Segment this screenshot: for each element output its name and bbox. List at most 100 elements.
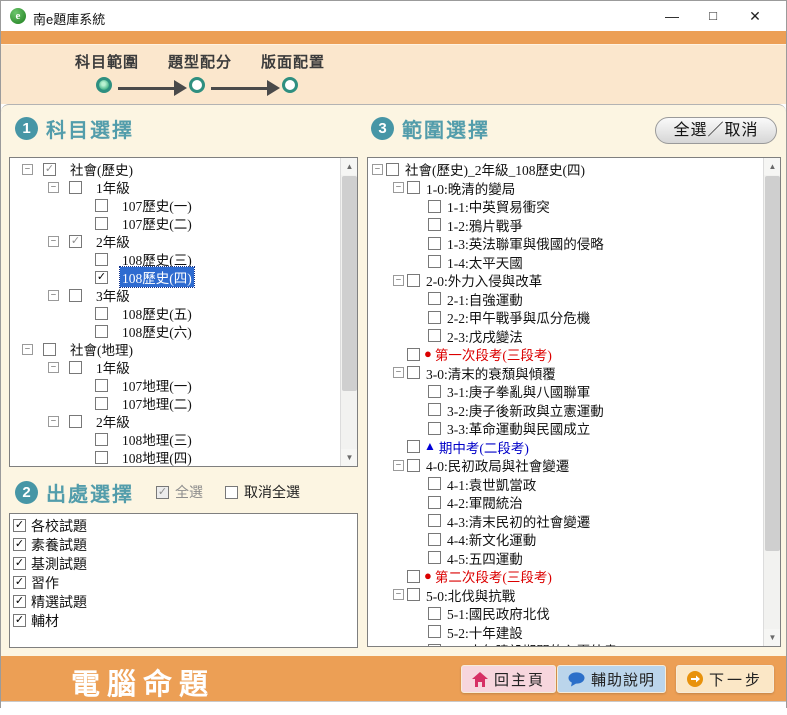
- tree-node[interactable]: 108地理(三): [10, 430, 340, 448]
- expand-collapse-icon[interactable]: −: [393, 182, 404, 193]
- tree-node[interactable]: 2-2:甲午戰爭與瓜分危機: [368, 308, 763, 327]
- tree-node[interactable]: 4-2:軍閥統治: [368, 493, 763, 512]
- help-button[interactable]: 輔助說明: [557, 665, 666, 693]
- source-item[interactable]: ✓習作: [13, 573, 357, 592]
- tree-node[interactable]: 5-1:國民政府北伐: [368, 604, 763, 623]
- tree-node[interactable]: 108歷史(三): [10, 250, 340, 268]
- tree-node[interactable]: 108歷史(六): [10, 322, 340, 340]
- tree-node[interactable]: −社會(歷史)_2年級_108歷史(四): [368, 160, 763, 179]
- tree-checkbox[interactable]: [69, 181, 82, 194]
- toggle-all-button[interactable]: 全選／取消: [655, 117, 777, 144]
- tree-checkbox[interactable]: [95, 325, 108, 338]
- tree-checkbox[interactable]: [428, 255, 441, 268]
- tree-checkbox[interactable]: [407, 440, 420, 453]
- expand-collapse-icon[interactable]: −: [48, 236, 59, 247]
- tree-node[interactable]: −5-0:北伐與抗戰: [368, 586, 763, 605]
- home-button[interactable]: 回主頁: [461, 665, 556, 693]
- tree-checkbox[interactable]: [95, 379, 108, 392]
- tree-checkbox[interactable]: [407, 366, 420, 379]
- tree-node[interactable]: 3-3:革命運動與民國成立: [368, 419, 763, 438]
- scroll-up-icon[interactable]: ▲: [764, 158, 781, 175]
- tree-checkbox[interactable]: [428, 292, 441, 305]
- tree-checkbox[interactable]: [428, 311, 441, 324]
- tree-node[interactable]: 107歷史(一): [10, 196, 340, 214]
- expand-collapse-icon[interactable]: −: [393, 589, 404, 600]
- tree-node[interactable]: 1-2:鴉片戰爭: [368, 216, 763, 235]
- tree-node[interactable]: ✓108歷史(四): [10, 268, 340, 286]
- tree-node[interactable]: 108地理(四): [10, 448, 340, 466]
- select-all-checkbox[interactable]: ✓ 全選: [156, 482, 203, 502]
- expand-collapse-icon[interactable]: −: [48, 290, 59, 301]
- tree-checkbox[interactable]: [95, 433, 108, 446]
- tree-checkbox[interactable]: ✓: [95, 271, 108, 284]
- tree-checkbox[interactable]: [428, 422, 441, 435]
- source-item[interactable]: ✓輔材: [13, 611, 357, 630]
- source-checkbox[interactable]: ✓: [13, 576, 26, 589]
- expand-collapse-icon[interactable]: −: [22, 164, 33, 175]
- tree-node[interactable]: 3-1:庚子拳亂與八國聯軍: [368, 382, 763, 401]
- tree-node[interactable]: 3-2:庚子後新政與立憲運動: [368, 401, 763, 420]
- tree-node[interactable]: −✓社會(歷史): [10, 160, 340, 178]
- tree-checkbox[interactable]: [428, 607, 441, 620]
- tree-checkbox[interactable]: ✓: [43, 163, 56, 176]
- scroll-up-icon[interactable]: ▲: [341, 158, 358, 175]
- source-checkbox[interactable]: ✓: [13, 595, 26, 608]
- tree-node[interactable]: −3年級: [10, 286, 340, 304]
- tree-checkbox[interactable]: [43, 343, 56, 356]
- tree-checkbox[interactable]: [69, 289, 82, 302]
- close-button[interactable]: ✕: [744, 6, 766, 26]
- expand-collapse-icon[interactable]: −: [393, 367, 404, 378]
- tree-node[interactable]: 2-1:自強運動: [368, 290, 763, 309]
- tree-node[interactable]: 107地理(一): [10, 376, 340, 394]
- tree-checkbox[interactable]: [95, 307, 108, 320]
- tree-checkbox[interactable]: [407, 274, 420, 287]
- source-checkbox[interactable]: ✓: [13, 538, 26, 551]
- tree-checkbox[interactable]: [407, 181, 420, 194]
- tree-node[interactable]: 4-3:清末民初的社會變遷: [368, 512, 763, 531]
- tree-node[interactable]: −2-0:外力入侵與改革: [368, 271, 763, 290]
- tree-checkbox[interactable]: [428, 403, 441, 416]
- tree-checkbox[interactable]: [428, 496, 441, 509]
- tree-node[interactable]: 4-4:新文化運動: [368, 530, 763, 549]
- source-checkbox[interactable]: ✓: [13, 519, 26, 532]
- tree-checkbox[interactable]: [428, 644, 441, 646]
- tree-node[interactable]: −✓2年級: [10, 232, 340, 250]
- tree-checkbox[interactable]: [95, 217, 108, 230]
- tree-node[interactable]: −社會(地理): [10, 340, 340, 358]
- step-layout-config[interactable]: 版面配置: [245, 51, 341, 72]
- subject-tree-scrollbar[interactable]: ▲ ▼: [340, 158, 357, 466]
- tree-checkbox[interactable]: [407, 348, 420, 361]
- step-question-allocation[interactable]: 題型配分: [152, 51, 248, 72]
- tree-checkbox[interactable]: [69, 361, 82, 374]
- tree-node[interactable]: 5-3:十年建設期間的內憂外患: [368, 641, 763, 646]
- tree-node[interactable]: 2-3:戊戌變法: [368, 327, 763, 346]
- tree-node[interactable]: 108歷史(五): [10, 304, 340, 322]
- tree-checkbox[interactable]: [95, 199, 108, 212]
- tree-node[interactable]: ●第一次段考(三段考): [368, 345, 763, 364]
- expand-collapse-icon[interactable]: −: [393, 460, 404, 471]
- range-tree-scrollbar[interactable]: ▲ ▼: [763, 158, 780, 646]
- checkbox-checked-icon[interactable]: ✓: [156, 486, 169, 499]
- expand-collapse-icon[interactable]: −: [372, 164, 383, 175]
- source-checkbox[interactable]: ✓: [13, 614, 26, 627]
- step-subject-range[interactable]: 科目範圍: [59, 51, 155, 72]
- tree-checkbox[interactable]: [428, 237, 441, 250]
- scroll-thumb[interactable]: [765, 176, 780, 551]
- expand-collapse-icon[interactable]: −: [22, 344, 33, 355]
- tree-node[interactable]: 4-1:袁世凱當政: [368, 475, 763, 494]
- expand-collapse-icon[interactable]: −: [48, 416, 59, 427]
- minimize-button[interactable]: —: [661, 6, 683, 26]
- tree-node[interactable]: −1年級: [10, 178, 340, 196]
- maximize-button[interactable]: □: [702, 6, 724, 26]
- tree-checkbox[interactable]: [95, 451, 108, 464]
- source-item[interactable]: ✓基測試題: [13, 554, 357, 573]
- tree-node[interactable]: 5-2:十年建設: [368, 623, 763, 642]
- source-item[interactable]: ✓精選試題: [13, 592, 357, 611]
- tree-node[interactable]: −4-0:民初政局與社會變遷: [368, 456, 763, 475]
- tree-node[interactable]: 4-5:五四運動: [368, 549, 763, 568]
- tree-node[interactable]: 1-4:太平天國: [368, 253, 763, 272]
- tree-checkbox[interactable]: [428, 200, 441, 213]
- tree-node[interactable]: ▲期中考(二段考): [368, 438, 763, 457]
- checkbox-unchecked-icon[interactable]: [225, 486, 238, 499]
- expand-collapse-icon[interactable]: −: [48, 362, 59, 373]
